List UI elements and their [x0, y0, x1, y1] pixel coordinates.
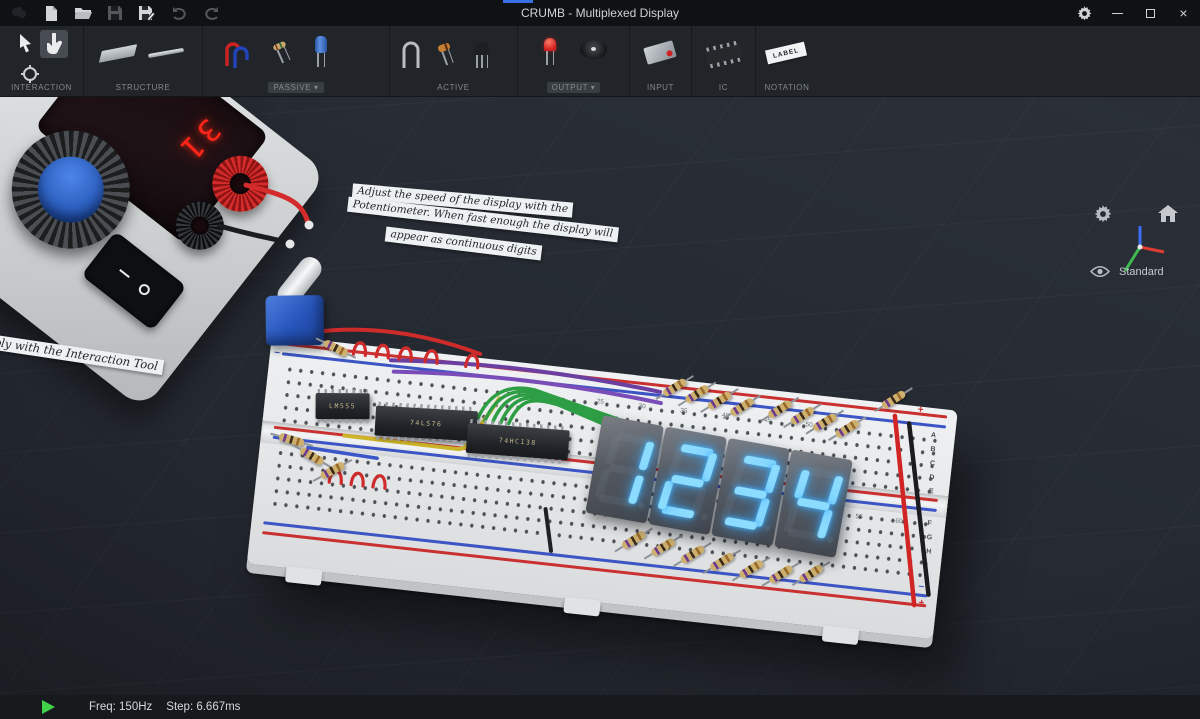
frequency-readout: Freq: 150Hz — [89, 701, 152, 713]
titlebar: CRUMB - Multiplexed Display × — [0, 0, 1200, 26]
wire-tool-icon[interactable] — [225, 36, 253, 70]
resistor-tool-icon[interactable] — [272, 41, 286, 52]
viewport-settings-gear-icon[interactable] — [1094, 205, 1112, 223]
save-as-button[interactable] — [136, 3, 158, 23]
section-output: OUTPUT ▾ — [518, 26, 630, 97]
view-preset-control[interactable]: Standard — [1090, 265, 1164, 278]
select-arrow-tool-icon[interactable] — [18, 34, 34, 54]
minimize-button[interactable] — [1101, 0, 1134, 26]
output-dropdown[interactable]: OUTPUT ▾ — [518, 83, 629, 92]
section-label-interaction: INTERACTION — [0, 83, 83, 92]
play-button[interactable] — [42, 700, 55, 714]
section-label-input: INPUT — [630, 83, 691, 92]
new-file-button[interactable] — [40, 3, 62, 23]
accent-strip — [503, 0, 533, 3]
transistor-tool-icon[interactable] — [474, 42, 490, 55]
statusbar: Freq: 150Hz Step: 6.667ms — [0, 695, 1200, 719]
maximize-button[interactable] — [1134, 0, 1167, 26]
section-interaction: INTERACTION — [0, 26, 84, 97]
component-toolbar: INTERACTION STRUCTURE PASSIVE ▾ ACTIVE — [0, 26, 1200, 97]
hand-tool-icon[interactable] — [44, 33, 64, 55]
crumb-app: CRUMB - Multiplexed Display × INTERACTIO… — [0, 0, 1200, 719]
open-file-button[interactable] — [72, 3, 94, 23]
section-label-active: ACTIVE — [390, 83, 517, 92]
section-passive: PASSIVE ▾ — [203, 26, 390, 97]
lead-ferrule — [305, 221, 314, 230]
section-structure: STRUCTURE — [84, 26, 203, 97]
buzzer-tool-icon[interactable] — [580, 40, 607, 59]
black-lead-wire[interactable] — [220, 226, 289, 243]
section-label-structure: STRUCTURE — [84, 83, 202, 92]
led-tool-icon[interactable] — [544, 38, 556, 51]
close-button[interactable]: × — [1167, 0, 1200, 26]
section-notation: LABEL NOTATION — [756, 26, 818, 97]
redo-button[interactable] — [200, 3, 222, 23]
app-logo — [8, 3, 30, 23]
diode-tool-icon[interactable] — [437, 42, 451, 53]
eye-icon — [1090, 265, 1110, 278]
label-tool-icon[interactable]: LABEL — [765, 42, 807, 65]
breadboard-tool-icon[interactable] — [99, 44, 137, 63]
ic-tool-icon[interactable] — [705, 44, 743, 65]
save-button[interactable] — [104, 3, 126, 23]
home-view-icon[interactable] — [1158, 205, 1178, 222]
chevron-down-icon: ▾ — [591, 83, 596, 92]
view-preset-label: Standard — [1119, 266, 1164, 278]
section-label-ic: IC — [692, 83, 755, 92]
section-input: INPUT — [630, 26, 692, 97]
orbit-tool-icon[interactable] — [21, 65, 39, 83]
lead-ferrule — [286, 240, 295, 249]
photoresistor-tool-icon[interactable] — [402, 38, 422, 70]
section-active: ACTIVE — [390, 26, 518, 97]
scene-viewport[interactable]: 31 Adjust the speed of the display with … — [0, 97, 1200, 695]
section-label-notation: NOTATION — [756, 83, 818, 92]
step-readout: Step: 6.667ms — [166, 701, 240, 713]
red-lead-wire[interactable] — [246, 185, 308, 223]
rod-tool-icon[interactable] — [148, 48, 184, 58]
passive-dropdown[interactable]: PASSIVE ▾ — [203, 83, 389, 92]
switch-tool-icon[interactable] — [643, 40, 677, 65]
chevron-down-icon: ▾ — [314, 83, 319, 92]
section-ic: IC — [692, 26, 756, 97]
lead-wires — [0, 97, 1200, 695]
undo-button[interactable] — [168, 3, 190, 23]
capacitor-tool-icon[interactable] — [315, 36, 327, 53]
settings-gear-icon[interactable] — [1068, 0, 1101, 26]
